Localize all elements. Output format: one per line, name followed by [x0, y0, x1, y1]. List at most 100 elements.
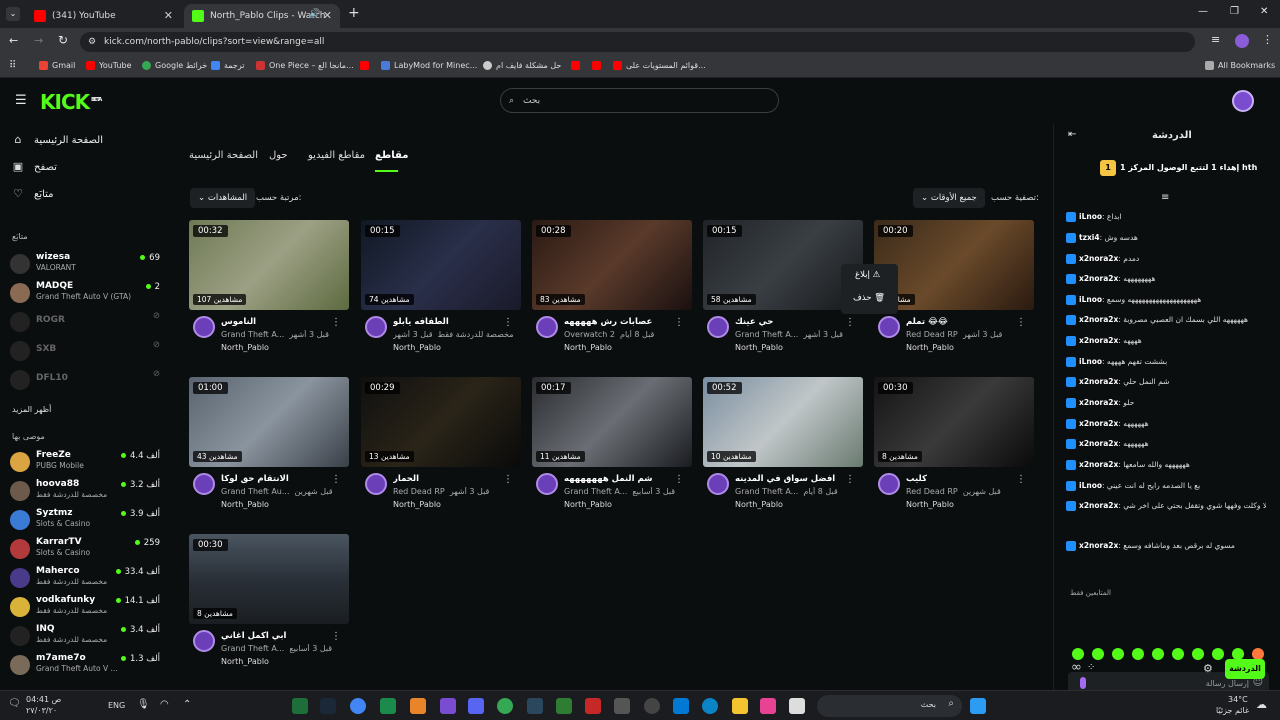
tab-search-icon[interactable]: ⌄: [6, 7, 20, 21]
avatar[interactable]: [193, 473, 215, 495]
chat-settings-icon[interactable]: ⚙: [1203, 662, 1213, 675]
nav-home[interactable]: ⌂ الصفحة الرئيسية: [12, 134, 104, 146]
avatar[interactable]: [193, 630, 215, 652]
close-window-icon[interactable]: ✕: [1260, 6, 1268, 17]
sort-dropdown[interactable]: ⌄ المشاهدات: [190, 188, 256, 208]
clip-card[interactable]: 00:15 58 مشاهدين حي عينك Grand Theft A... ق…: [703, 220, 863, 360]
notification-icon[interactable]: 🗨: [8, 698, 21, 709]
chat-username[interactable]: iLnoo: [1079, 295, 1102, 304]
store-icon[interactable]: [673, 698, 689, 714]
clip-card[interactable]: 00:52 10 مشاهدين افضل سواق في المدينه Grand…: [703, 377, 863, 517]
bookmark-item[interactable]: LabyMod for Minec...: [381, 61, 477, 70]
channel-item[interactable]: hoova88 مخصصة للدردشة فقط 3.2 ألف: [10, 479, 160, 503]
clip-channel[interactable]: North_Pablo: [393, 500, 441, 509]
tab-youtube[interactable]: (341) YouTube ✕: [26, 4, 181, 28]
clip-thumbnail[interactable]: 00:52 10 مشاهدين: [703, 377, 863, 467]
channel-item[interactable]: MADQE Grand Theft Auto V (GTA) 2: [10, 281, 160, 305]
clip-title[interactable]: شم النمل هههههههه: [564, 474, 676, 484]
clip-title[interactable]: حي عينك: [735, 317, 847, 327]
clip-channel[interactable]: North_Pablo: [221, 657, 269, 666]
clip-thumbnail[interactable]: 00:28 83 مشاهدين: [532, 220, 692, 310]
app-icon[interactable]: [644, 698, 660, 714]
clip-card[interactable]: 00:28 83 مشاهدين عصابات رش هههههه Overwatch…: [532, 220, 692, 360]
clip-title[interactable]: الناموس: [221, 317, 333, 327]
clip-card[interactable]: 00:32 107 مشاهدين الناموس Grand Theft A... …: [189, 220, 349, 360]
menu-icon[interactable]: ⋮: [1262, 33, 1273, 46]
address-bar[interactable]: ⚙ kick.com/north-pablo/clips?sort=view&r…: [80, 32, 1195, 52]
channel-item[interactable]: FreeZe PUBG Mobile 4.4 ألف: [10, 450, 160, 474]
nav-following[interactable]: ♡ متابَع: [12, 188, 53, 200]
clip-thumbnail[interactable]: 00:30 8 مشاهدين: [874, 377, 1034, 467]
close-tab-icon[interactable]: ✕: [164, 9, 173, 22]
channel-item[interactable]: wizesa VALORANT 69: [10, 252, 160, 276]
app-icon[interactable]: [760, 698, 776, 714]
bookmark-item[interactable]: قوائم المستويات على...: [613, 61, 706, 70]
more-options-icon[interactable]: ⋮: [845, 317, 855, 328]
show-more-link[interactable]: أظهر المزيد: [12, 405, 51, 414]
bookmark-item[interactable]: One Piece – مانجا الع...: [256, 61, 354, 70]
avatar[interactable]: [878, 316, 900, 338]
avatar[interactable]: [536, 316, 558, 338]
speaker-icon[interactable]: 🔊: [309, 9, 320, 19]
clip-channel[interactable]: North_Pablo: [735, 343, 783, 352]
report-menu-item[interactable]: إبلاغ ⚠: [855, 270, 880, 280]
clip-title[interactable]: تملم 😂😂: [906, 317, 1018, 327]
chat-filter-icon[interactable]: ≡: [1161, 192, 1169, 203]
hamburger-icon[interactable]: ☰: [15, 93, 27, 108]
steam-icon[interactable]: [527, 698, 543, 714]
profile-avatar[interactable]: [1235, 34, 1249, 48]
chat-username[interactable]: x2nora2x: [1079, 315, 1118, 324]
bookmark-item[interactable]: Gmail: [39, 61, 75, 70]
channel-item[interactable]: SXB ⊘: [10, 339, 160, 363]
clip-title[interactable]: الانتقام حق لوكا: [221, 474, 333, 484]
more-options-icon[interactable]: ⋮: [331, 474, 341, 485]
clip-card[interactable]: 00:30 8 مشاهدين كليب Red Dead RP قبل شهرين N…: [874, 377, 1034, 517]
clip-title[interactable]: الحمار: [393, 474, 505, 484]
avatar[interactable]: [365, 316, 387, 338]
clip-channel[interactable]: North_Pablo: [735, 500, 783, 509]
tab-clips[interactable]: مقاطع: [375, 150, 408, 161]
chat-username[interactable]: x2nora2x: [1079, 398, 1118, 407]
restore-icon[interactable]: ❐: [1230, 6, 1239, 17]
delete-menu-item[interactable]: حذف 🗑: [853, 293, 885, 303]
nav-browse[interactable]: ▣ تصفح: [12, 161, 57, 173]
clip-card[interactable]: 00:17 11 مشاهدين شم النمل هههههههه Grand Th…: [532, 377, 692, 517]
collapse-chat-icon[interactable]: ⇤: [1068, 129, 1076, 140]
clip-thumbnail[interactable]: 00:32 107 مشاهدين: [189, 220, 349, 310]
avatar[interactable]: [193, 316, 215, 338]
app-icon[interactable]: [789, 698, 805, 714]
chat-username[interactable]: x2nora2x: [1079, 439, 1118, 448]
chat-username[interactable]: x2nora2x: [1079, 501, 1118, 510]
avatar[interactable]: [707, 473, 729, 495]
tab-videos[interactable]: مقاطع الفيديو: [308, 150, 365, 161]
channel-item[interactable]: DFL10 ⊘: [10, 368, 160, 392]
chat-username[interactable]: x2nora2x: [1079, 274, 1118, 283]
clip-thumbnail[interactable]: 00:29 13 مشاهدين: [361, 377, 521, 467]
more-options-icon[interactable]: ⋮: [331, 631, 341, 642]
chat-username[interactable]: tzxi4: [1079, 233, 1100, 242]
app-icon[interactable]: [292, 698, 308, 714]
clip-channel[interactable]: North_Pablo: [221, 343, 269, 352]
bookmark-item[interactable]: ترجمة: [211, 61, 245, 70]
bookmark-item[interactable]: YouTube: [86, 61, 132, 70]
more-options-icon[interactable]: ⋮: [674, 474, 684, 485]
app-icon[interactable]: [440, 698, 456, 714]
apps-icon[interactable]: ⠿: [9, 60, 16, 71]
channel-item[interactable]: m7ame7o Grand Theft Auto V ... 1.3 ألف: [10, 653, 160, 677]
clip-thumbnail[interactable]: 01:00 43 مشاهدين: [189, 377, 349, 467]
taskbar-search[interactable]: بحث ⌕: [817, 695, 962, 717]
search-input[interactable]: ⌕ بحث: [500, 88, 779, 113]
tab-kick[interactable]: North_Pablo Clips - Watch 🔊 ✕: [184, 4, 340, 28]
app-icon[interactable]: [585, 698, 601, 714]
more-options-icon[interactable]: ⋮: [1016, 474, 1026, 485]
avatar[interactable]: [707, 316, 729, 338]
forward-icon[interactable]: →: [34, 34, 43, 47]
channel-item[interactable]: Syztmz Slots & Casino 3.9 ألف: [10, 508, 160, 532]
clip-card[interactable]: 01:00 43 مشاهدين الانتقام حق لوكا Grand The…: [189, 377, 349, 517]
clip-card[interactable]: 00:30 8 مشاهدين ابي اكمل اغاني Grand Theft …: [189, 534, 349, 674]
clip-channel[interactable]: North_Pablo: [221, 500, 269, 509]
clip-title[interactable]: عصابات رش هههههه: [564, 317, 676, 327]
bookmark-item[interactable]: حل مشكلة فايف ام: [483, 61, 561, 70]
more-options-icon[interactable]: ⋮: [1016, 317, 1026, 328]
media-control-icon[interactable]: ≡: [1211, 33, 1220, 46]
